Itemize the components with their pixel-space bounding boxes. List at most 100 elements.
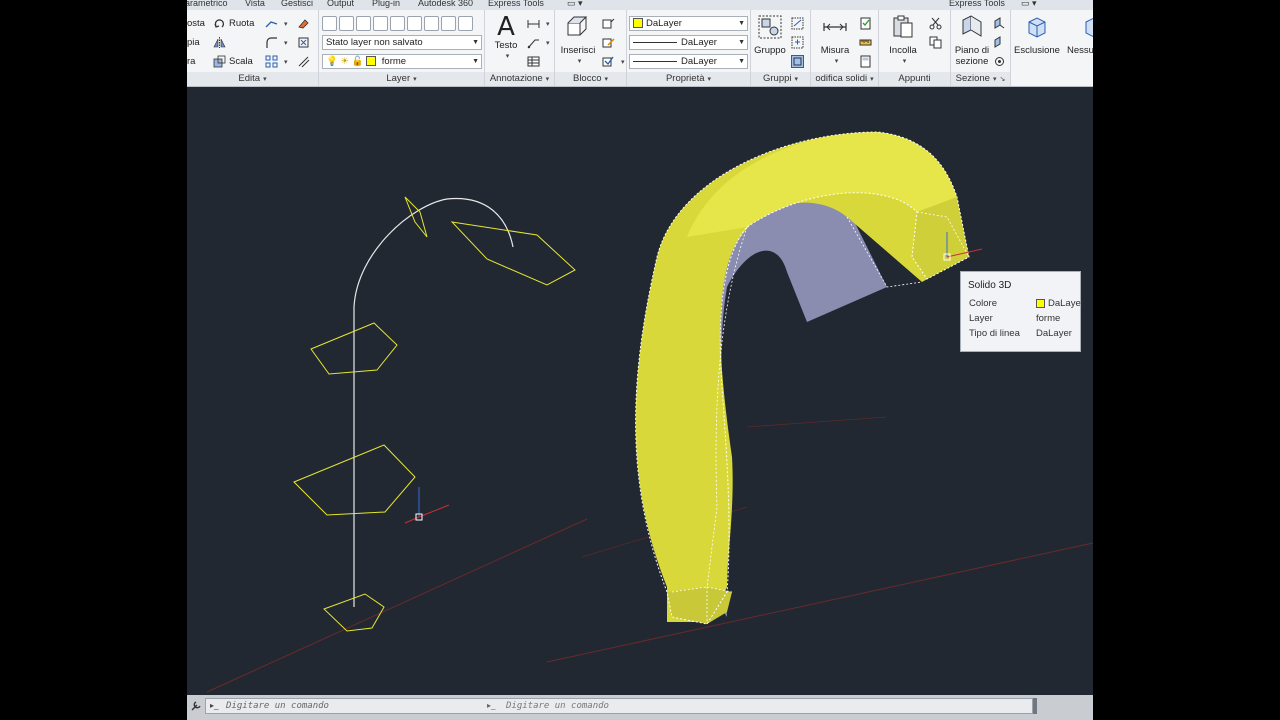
layer-unisolate-icon[interactable] [407,16,422,31]
drawing-viewport[interactable] [187,87,1093,695]
offset-icon[interactable] [297,55,310,68]
tab-vista[interactable]: Vista [245,0,265,8]
mirror-icon[interactable] [213,36,226,49]
autocad-window: arametrico Vista Gestisci Output Plug-in… [187,0,1093,720]
panel-title-modifica-solidi[interactable]: odifica solidi ▾ [811,72,878,86]
ribbon-minimize-icon[interactable]: ▭ ▾ [567,0,583,9]
layer-freeze-icon[interactable] [424,16,439,31]
inserisci-button[interactable]: Inserisci ▾ [558,14,598,67]
scala-button[interactable]: Scala [229,56,253,67]
sposta-label[interactable]: osta [187,18,205,29]
tab-plug-in[interactable]: Plug-in [372,0,400,8]
tab-express-tools[interactable]: Express Tools [488,0,544,8]
tab-express-tools-2[interactable]: Express Tools [949,0,1005,8]
current-layer-dropdown[interactable]: 💡 ☀ 🔓 forme ▼ [322,54,482,69]
ruler-icon[interactable] [859,36,872,49]
panel-title-gruppi[interactable]: Gruppi ▾ [751,72,810,86]
command-scrollbar[interactable] [1033,698,1037,714]
leader-icon[interactable] [527,36,540,49]
panel-title-appunti[interactable]: Appunti [879,72,950,86]
lineweight-dropdown[interactable]: DaLayer ▼ [629,35,748,50]
section-plane-small-icon[interactable] [993,17,1006,30]
panel-gruppi: Gruppo Gruppi ▾ [751,10,811,86]
gruppo-button[interactable]: Gruppo [753,14,787,56]
piano-di-sezione-button[interactable]: Piano di sezione [951,14,993,67]
none-cube-icon [1085,17,1093,38]
block-attribute-icon[interactable] [602,55,615,68]
wrench-icon[interactable] [190,700,202,712]
layer-off-icon[interactable] [441,16,456,31]
stira-label[interactable]: ra [187,56,195,67]
isolate-cube-icon [1028,17,1046,38]
panel-title-sezione[interactable]: Sezione ▾ ↘ [951,72,1010,86]
tab-autodesk-360[interactable]: Autodesk 360 [418,0,473,8]
tooltip-row-tipo-linea: Tipo di linea DaLayer [969,328,1072,339]
erase-icon[interactable] [297,17,310,30]
create-block-icon[interactable] [602,17,615,30]
ribbon-minimize-icon-2[interactable]: ▭ ▾ [1021,0,1037,9]
linetype-dropdown[interactable]: DaLayer ▼ [629,54,748,69]
layer-isolate-icon[interactable] [390,16,405,31]
esclusione-button[interactable]: Esclusione [1013,14,1061,56]
rotate-icon [214,19,225,28]
ruota-button[interactable]: Ruota [229,18,254,29]
panel-title-annotazione[interactable]: Annotazione ▾ [485,72,554,86]
panel-title-edita[interactable]: Edita ▾ [187,72,318,86]
layer-match-icon[interactable] [356,16,371,31]
layer-previous-icon[interactable] [373,16,388,31]
layer-color-swatch [366,56,377,67]
panel-edita: osta Ruota ▾ pia ▾ ra Scala ▾ Edita ▾ [187,10,319,86]
panel-title-proprieta[interactable]: Proprietà ▾ [627,72,750,86]
trim-icon[interactable] [265,17,278,30]
fillet-icon[interactable] [265,36,278,49]
ribbon: osta Ruota ▾ pia ▾ ra Scala ▾ Edita ▾ St… [187,10,1093,87]
command-ghost-prompt-icon: ▸_ [487,701,496,710]
paste-icon [893,15,913,38]
color-dropdown[interactable]: DaLayer ▼ [629,16,748,31]
copia-label[interactable]: pia [187,37,200,48]
panel-title-layer[interactable]: Layer ▾ [319,72,484,86]
explode-icon[interactable] [297,36,310,49]
sun-icon: ☀ [340,56,350,67]
tab-gestisci[interactable]: Gestisci [281,0,313,8]
testo-button[interactable]: A Testo ▾ [491,14,521,62]
incolla-button[interactable]: Incolla ▾ [883,14,923,67]
command-prompt-icon: ▸_ [210,701,219,710]
solid-3d[interactable] [635,131,970,625]
command-input[interactable]: Digitare un comando Digitare un comando [205,698,1033,714]
tab-parametrico[interactable]: arametrico [187,0,228,8]
nessuno-button[interactable]: Nessu [1067,14,1093,56]
array-icon[interactable] [265,55,278,68]
ungroup-icon[interactable] [791,17,804,30]
text-a-icon: A [497,12,515,42]
table-icon[interactable] [527,55,540,68]
list-icon[interactable] [859,17,872,30]
group-edit-icon[interactable] [791,36,804,49]
cut-icon[interactable] [929,17,942,30]
calculator-icon[interactable] [859,55,872,68]
ribbon-tabs: arametrico Vista Gestisci Output Plug-in… [187,0,1093,10]
dimension-icon[interactable] [527,17,540,30]
tooltip-row-layer: Layer forme [969,313,1061,324]
insert-block-icon [567,16,588,36]
tab-output[interactable]: Output [327,0,354,8]
lightbulb-icon: 💡 [326,56,338,67]
section-settings-icon[interactable] [993,55,1006,68]
live-section-icon[interactable] [993,36,1006,49]
layer-state-dropdown[interactable]: Stato layer non salvato ▼ [322,35,482,50]
panel-title-blocco[interactable]: Blocco ▾ [555,72,626,86]
group-icon [758,15,782,39]
edit-block-icon[interactable] [602,36,615,49]
linetype-sample [633,60,677,62]
copy-icon[interactable] [929,36,942,49]
layer-properties-icon[interactable] [322,16,337,31]
group-selection-icon[interactable] [791,55,804,68]
misura-button[interactable]: Misura ▾ [815,14,855,67]
tooltip-title: Solido 3D [968,280,1012,291]
lock-icon: 🔓 [351,56,364,67]
layer-lock-icon[interactable] [458,16,473,31]
tooltip-row-colore: Colore DaLayer [969,298,1084,309]
layer-state-icon[interactable] [339,16,354,31]
profile-shape-2[interactable] [450,221,576,286]
cursor-crosshair-icon [404,487,450,524]
